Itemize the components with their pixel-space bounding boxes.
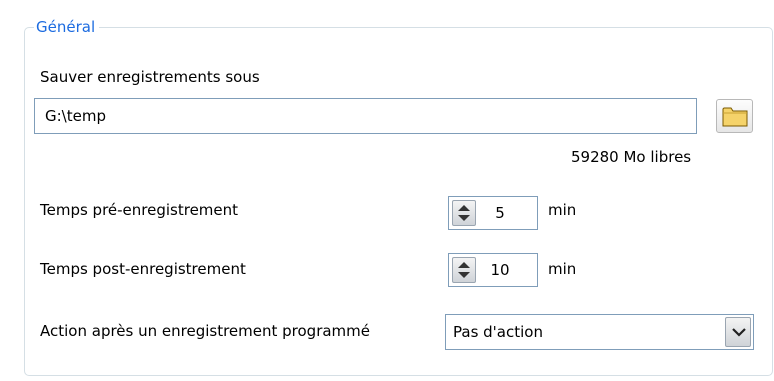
spin-updown-button[interactable]: [452, 200, 476, 226]
group-title: Général: [34, 16, 100, 38]
pre-record-spinner[interactable]: 5: [448, 196, 538, 230]
save-path-label: Sauver enregistrements sous: [40, 68, 260, 86]
free-space-label: 59280 Mo libres: [571, 148, 692, 166]
after-action-selected: Pas d'action: [453, 323, 543, 341]
post-record-label: Temps post-enregistrement: [40, 260, 246, 278]
post-record-value[interactable]: 10: [479, 254, 537, 286]
up-down-arrows-icon: [458, 205, 470, 221]
dropdown-arrow-button[interactable]: [725, 317, 751, 347]
browse-folder-button[interactable]: [716, 99, 753, 133]
post-record-spinner[interactable]: 10: [448, 253, 538, 287]
pre-record-unit: min: [548, 201, 577, 219]
after-action-dropdown[interactable]: Pas d'action: [445, 314, 754, 350]
pre-record-label: Temps pré-enregistrement: [40, 201, 239, 219]
save-path-input[interactable]: G:\temp: [34, 98, 697, 134]
chevron-down-icon: [732, 328, 746, 337]
spin-updown-button[interactable]: [452, 257, 476, 283]
pre-record-value[interactable]: 5: [479, 197, 537, 229]
folder-icon: [722, 107, 748, 127]
after-action-label: Action après un enregistrement programmé: [40, 322, 371, 340]
up-down-arrows-icon: [458, 262, 470, 278]
post-record-unit: min: [548, 260, 577, 278]
